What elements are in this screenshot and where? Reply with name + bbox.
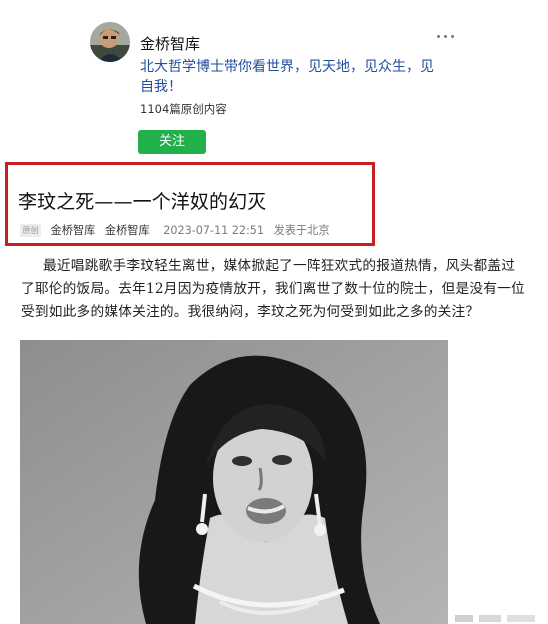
original-badge: 原创 — [20, 224, 41, 237]
watermark-icon — [455, 615, 535, 622]
account-avatar[interactable] — [90, 22, 130, 62]
person-avatar-icon — [90, 22, 130, 62]
article-intro-paragraph: 最近唱跳歌手李玟轻生离世，媒体掀起了一阵狂欢式的报道热情，风头都盖过了耶伦的饭局… — [21, 258, 525, 320]
more-dots-icon[interactable] — [436, 28, 456, 44]
article-location: 发表于北京 — [273, 224, 330, 237]
article-datetime: 2023-07-11 22:51 — [163, 224, 265, 237]
account-profile-card: 金桥智库 北大哲学博士带你看世界，见天地，见众生，见自我！ 1104篇原创内容 … — [82, 10, 472, 160]
original-article-count: 1104篇原创内容 — [140, 102, 227, 116]
article-account-link[interactable]: 金桥智库 — [105, 224, 150, 237]
article-meta-row: 原创 金桥智库 金桥智库 2023-07-11 22:51 发表于北京 — [20, 222, 330, 238]
article-author: 金桥智库 — [50, 224, 96, 237]
follow-button[interactable]: 关注 — [138, 130, 206, 154]
article-photo[interactable] — [20, 340, 448, 624]
account-name[interactable]: 金桥智库 — [140, 33, 200, 54]
account-bio: 北大哲学博士带你看世界，见天地，见众生，见自我！ — [140, 59, 434, 95]
photo-portrait-icon — [20, 340, 448, 624]
article-title: 李玟之死——一个洋奴的幻灭 — [18, 191, 267, 213]
